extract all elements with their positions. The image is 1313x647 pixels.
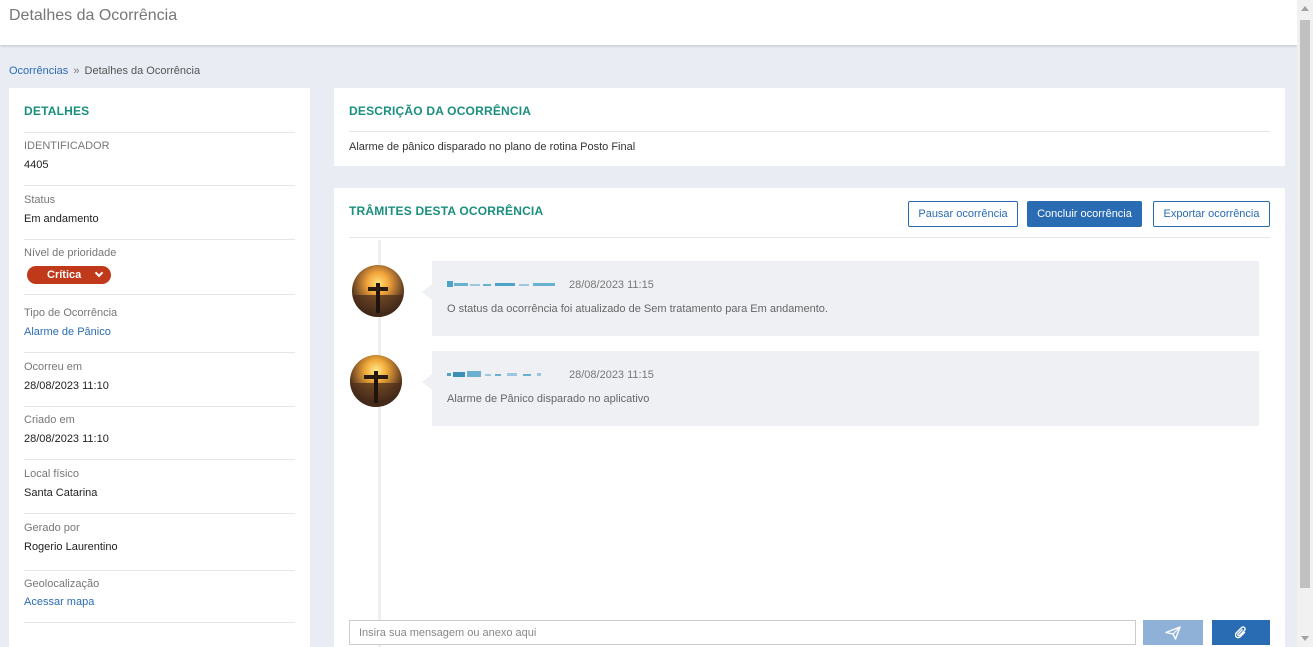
scrollbar-thumb[interactable] — [1300, 20, 1310, 588]
field-local: Local físico Santa Catarina — [24, 468, 295, 514]
geo-label: Geolocalização — [24, 578, 100, 590]
divider — [349, 131, 1270, 132]
details-title: DETALHES — [24, 104, 90, 118]
divider — [24, 185, 295, 186]
tramites-title: TRÂMITES DESTA OCORRÊNCIA — [349, 204, 544, 218]
message-time: 28/08/2023 11:15 — [569, 279, 654, 291]
local-value: Santa Catarina — [24, 487, 98, 499]
author-name-redacted — [447, 281, 555, 287]
message-text: Alarme de Pânico disparado no aplicativo — [447, 393, 650, 405]
tramite-message: 28/08/2023 11:15 Alarme de Pânico dispar… — [422, 351, 1259, 426]
description-text: Alarme de pânico disparado no plano de r… — [349, 141, 636, 153]
divider — [24, 622, 295, 623]
divider — [24, 406, 295, 407]
field-criado: Criado em 28/08/2023 11:10 — [24, 414, 295, 460]
ocorreu-value: 28/08/2023 11:10 — [24, 380, 109, 392]
priority-value: Crítica — [47, 269, 82, 281]
conclude-button[interactable]: Concluir ocorrência — [1027, 201, 1142, 227]
divider — [24, 570, 295, 571]
prioridade-label: Nível de prioridade — [24, 247, 117, 259]
field-status: Status Em andamento — [24, 194, 295, 240]
paper-plane-icon — [1165, 625, 1181, 640]
avatar-image — [352, 265, 404, 317]
tipo-link[interactable]: Alarme de Pânico — [24, 326, 295, 338]
local-label: Local físico — [24, 468, 80, 480]
divider — [24, 294, 295, 295]
description-card: DESCRIÇÃO DA OCORRÊNCIA Alarme de pânico… — [334, 88, 1285, 166]
avatar — [350, 355, 402, 407]
pause-button[interactable]: Pausar ocorrência — [908, 201, 1018, 227]
breadcrumb: Ocorrências » Detalhes da Ocorrência — [9, 65, 200, 77]
avatar-image — [350, 355, 402, 407]
send-button[interactable] — [1143, 620, 1203, 645]
chevron-down-icon — [94, 268, 104, 278]
breadcrumb-link-ocorrencias[interactable]: Ocorrências — [9, 65, 68, 77]
divider — [24, 132, 295, 133]
tramites-card: TRÂMITES DESTA OCORRÊNCIA Pausar ocorrên… — [334, 188, 1285, 647]
tramite-message: 28/08/2023 11:15 O status da ocorrência … — [422, 261, 1259, 336]
divider — [24, 352, 295, 353]
description-title: DESCRIÇÃO DA OCORRÊNCIA — [349, 104, 532, 118]
field-prioridade: Nível de prioridade Crítica — [24, 247, 295, 295]
message-input[interactable] — [349, 620, 1136, 645]
divider — [24, 239, 295, 240]
breadcrumb-separator: » — [73, 65, 80, 77]
details-panel: DETALHES IDENTIFICADOR 4405 Status Em an… — [9, 88, 310, 647]
ocorreu-label: Ocorreu em — [24, 361, 83, 373]
page-title: Detalhes da Ocorrência — [9, 7, 178, 24]
status-value: Em andamento — [24, 213, 99, 225]
identificador-value: 4405 — [24, 159, 49, 171]
field-geolocalizacao: Geolocalização Acessar mapa — [24, 578, 295, 623]
message-time: 28/08/2023 11:15 — [569, 369, 654, 381]
divider — [24, 513, 295, 514]
field-ocorreu: Ocorreu em 28/08/2023 11:10 — [24, 361, 295, 407]
avatar — [352, 265, 404, 317]
criado-label: Criado em — [24, 414, 75, 426]
status-label: Status — [24, 194, 56, 206]
divider — [24, 459, 295, 460]
field-tipo: Tipo de Ocorrência Alarme de Pânico — [24, 307, 295, 353]
scroll-down-arrow-icon[interactable] — [1301, 636, 1309, 641]
tipo-label: Tipo de Ocorrência — [24, 307, 118, 319]
author-name-redacted — [447, 371, 541, 377]
priority-dropdown[interactable]: Crítica — [27, 266, 111, 284]
breadcrumb-current: Detalhes da Ocorrência — [84, 65, 201, 77]
attach-button[interactable] — [1212, 620, 1270, 645]
scrollbar[interactable] — [1297, 0, 1313, 647]
scroll-up-arrow-icon[interactable] — [1301, 6, 1309, 11]
criado-value: 28/08/2023 11:10 — [24, 433, 109, 445]
export-button[interactable]: Exportar ocorrência — [1153, 201, 1270, 227]
message-text: O status da ocorrência foi atualizado de… — [447, 303, 828, 315]
paperclip-icon — [1235, 625, 1246, 638]
gerado-value: Rogerio Laurentino — [24, 541, 118, 553]
divider — [349, 237, 1270, 238]
top-bar: Detalhes da Ocorrência — [0, 0, 1297, 45]
field-identificador: IDENTIFICADOR 4405 — [24, 140, 295, 186]
identificador-label: IDENTIFICADOR — [24, 140, 110, 152]
map-link[interactable]: Acessar mapa — [24, 596, 295, 608]
field-gerado: Gerado por Rogerio Laurentino — [24, 522, 295, 571]
gerado-label: Gerado por — [24, 522, 80, 534]
